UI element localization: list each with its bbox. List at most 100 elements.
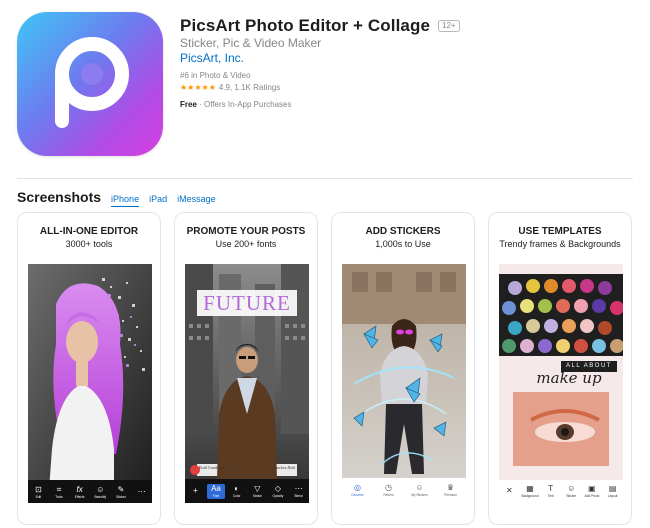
sticker-toolbar: ◎ Discover ◷ Recent ☺ My Stickers ♛ Premium	[342, 478, 466, 503]
font-samples: Bold Condensed Sanchez Bold	[199, 465, 295, 470]
color-icon: ◐	[234, 483, 240, 493]
future-overlay-text: FUTURE	[203, 291, 291, 315]
toolbar-edit: ⊡ Edit	[29, 484, 47, 499]
opacity-icon: ◇	[274, 483, 282, 493]
tools-icon: ⌗	[56, 484, 62, 494]
card-caption: 3000+ tools	[65, 239, 113, 249]
crop-icon: ⊡	[34, 484, 42, 494]
card-title: ADD STICKERS	[365, 226, 441, 237]
toolbar-opacity: ◇ Opacity	[269, 483, 287, 498]
app-subtitle: Sticker, Pic & Video Maker	[180, 36, 322, 50]
tab-ipad[interactable]: iPad	[149, 194, 167, 206]
text-toolbar: + Aa Font ◐ Color ▽ Stroke ◇ Opacity ⋯ Blend	[185, 479, 309, 503]
toolbar-effects: fx Effects	[71, 484, 89, 499]
add-icon: +	[192, 485, 198, 495]
screenshot-card-templates[interactable]: USE TEMPLATES Trendy frames & Background…	[488, 212, 632, 525]
font-icon: Aa	[211, 483, 221, 493]
rating-text: 4.9, 1.1K Ratings	[218, 83, 281, 92]
template-toolbar: ✕ ▦ Background T Text ☺ Sticker ▣ Add Photo …	[499, 480, 623, 503]
premium-icon: ♛	[446, 483, 455, 492]
screenshots-title: Screenshots	[17, 189, 102, 205]
tool-label: Beautify	[94, 494, 107, 499]
app-title: PicsArt Photo Editor + Collage	[180, 16, 431, 35]
card-caption: 1,000s to Use	[375, 239, 431, 249]
toolbar-discover: ◎ Discover	[349, 483, 367, 498]
card-caption: Trendy frames & Backgrounds	[499, 239, 621, 249]
screenshot-card-stickers[interactable]: ADD STICKERS 1,000s to Use ◎ Discover ◷ …	[331, 212, 475, 525]
discover-icon: ◎	[354, 483, 361, 492]
layout-icon: ▤	[608, 484, 617, 493]
picsart-logo-icon	[55, 37, 129, 128]
app-title-row: PicsArt Photo Editor + Collage 12+	[180, 16, 460, 36]
developer-link[interactable]: PicsArt, Inc.	[180, 51, 244, 65]
price-row: Free · Offers In-App Purchases	[180, 100, 291, 109]
toolbar-blend: ⋯ Blend	[290, 483, 308, 498]
toolbar-add: +	[186, 485, 204, 496]
more-icon: ⋯	[137, 486, 146, 496]
rating-stars-icon: ★★★★★	[180, 83, 216, 92]
age-rating-badge: 12+	[438, 20, 460, 32]
tool-label: Effects	[74, 494, 85, 499]
app-icon	[17, 12, 163, 156]
toolbar-background: ▦ Background	[521, 484, 539, 499]
section-divider	[17, 178, 633, 179]
screenshot-card-editor[interactable]: ALL-IN-ONE EDITOR 3000+ tools ⊡ Edit ⌗ T…	[17, 212, 161, 525]
tool-label: Stroke	[252, 493, 262, 498]
price-label: Free	[180, 100, 197, 109]
font-sample-right: Sanchez Bold	[273, 465, 295, 470]
card-title: ALL-IN-ONE EDITOR	[39, 226, 139, 237]
stickers-screenshot-image: ◎ Discover ◷ Recent ☺ My Stickers ♛ Premium	[342, 264, 466, 503]
tool-label: Sticker	[566, 494, 577, 498]
more-icon: ⋯	[294, 483, 303, 493]
tab-iphone[interactable]: iPhone	[111, 194, 140, 207]
toolbar-text: T Text	[542, 484, 560, 499]
recent-icon: ◷	[385, 483, 392, 492]
tool-label: Discover	[351, 493, 364, 497]
background-icon: ▦	[526, 484, 534, 493]
toolbar-color: ◐ Color	[228, 483, 246, 498]
tool-label: Edit	[35, 494, 42, 499]
toolbar-recent: ◷ Recent	[380, 483, 398, 498]
add-photo-icon: ▣	[588, 484, 596, 493]
toolbar-tools: ⌗ Tools	[50, 484, 68, 499]
tool-label: Layout	[607, 494, 618, 498]
editor-screenshot-image: ⊡ Edit ⌗ Tools fx Effects ☺ Beautify ✎ Sticke…	[28, 264, 152, 503]
tool-label: Opacity	[272, 493, 284, 498]
toolbar-layout: ▤ Layout	[604, 484, 622, 499]
tool-label: Recent	[383, 493, 394, 497]
screenshot-card-fonts[interactable]: PROMOTE YOUR POSTS Use 200+ fonts FUTURE…	[174, 212, 318, 525]
toolbar-sticker: ☺ Sticker	[562, 484, 580, 499]
text-icon: T	[548, 484, 554, 493]
font-sample-left: Bold Condensed	[199, 465, 226, 470]
toolbar-add-photo: ▣ Add Photo	[583, 484, 601, 499]
fonts-screenshot-image: FUTURE Bold Condensed Sanchez Bold + Aa F…	[185, 264, 309, 503]
effects-icon: fx	[76, 484, 83, 494]
card-title: PROMOTE YOUR POSTS	[186, 226, 306, 237]
stroke-icon: ▽	[254, 483, 261, 493]
toolbar-sticker: ✎ Sticker	[112, 484, 130, 499]
tool-label: Premium	[444, 493, 457, 497]
toolbar-more: ⋯	[133, 486, 151, 497]
toolbar-stroke: ▽ Stroke	[248, 483, 266, 498]
close-icon: ✕	[505, 486, 513, 495]
sticker-icon: ✎	[117, 484, 125, 494]
make-up-script: make up	[536, 369, 602, 387]
templates-screenshot-image: ALL ABOUT make up ✕ ▦ Background T Text ☺ S…	[499, 264, 623, 503]
tool-label: Tools	[55, 494, 63, 499]
tool-label: Add Photo	[584, 494, 600, 498]
in-app-purchase-note: · Offers In-App Purchases	[199, 100, 292, 109]
tool-label: Blend	[294, 493, 303, 498]
screenshot-carousel[interactable]: ALL-IN-ONE EDITOR 3000+ tools ⊡ Edit ⌗ T…	[17, 212, 637, 525]
rating-row: ★★★★★ 4.9, 1.1K Ratings	[180, 83, 280, 92]
tool-label: Sticker	[116, 494, 126, 499]
toolbar-premium: ♛ Premium	[442, 483, 460, 498]
category-rank[interactable]: #6 in Photo & Video	[180, 71, 251, 80]
tab-imessage[interactable]: iMessage	[177, 194, 216, 206]
toolbar-close: ✕	[500, 487, 518, 496]
my-stickers-icon: ☺	[415, 483, 424, 492]
tool-label: Text	[547, 494, 554, 498]
tool-label: Font	[212, 493, 220, 498]
toolbar-beautify: ☺ Beautify	[91, 485, 109, 499]
screenshots-header: Screenshots iPhone iPad iMessage	[17, 189, 216, 207]
sticker-icon: ☺	[567, 484, 576, 493]
